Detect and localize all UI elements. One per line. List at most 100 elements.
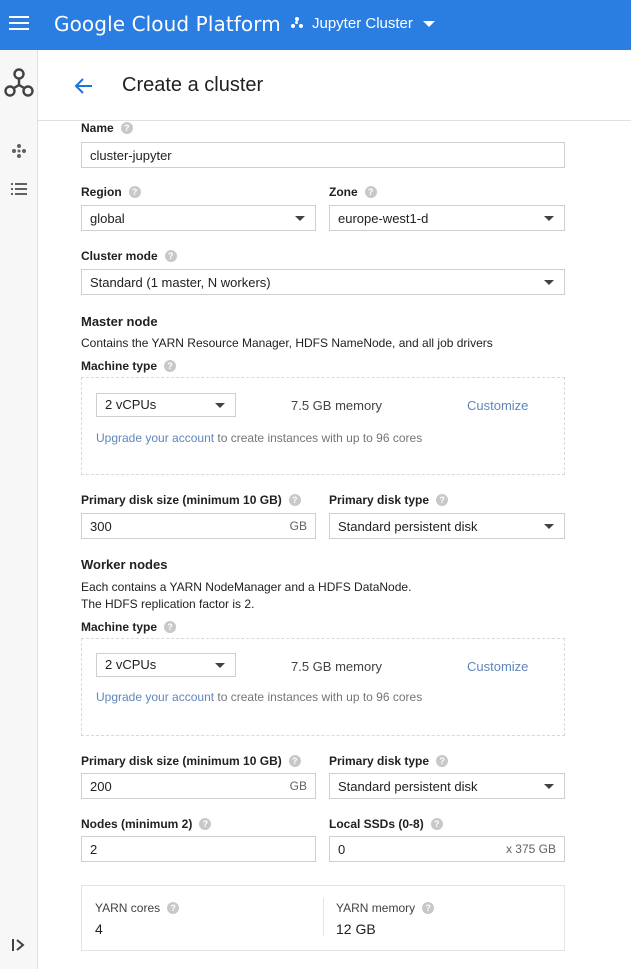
master-disk-size-input[interactable]: 300 GB	[81, 513, 316, 539]
local-ssds-value: 0	[338, 842, 346, 857]
master-vcpu-select[interactable]: 2 vCPUs	[96, 393, 236, 417]
master-disk-size-label: Primary disk size (minimum 10 GB) ?	[81, 493, 301, 507]
dropdown-arrow-icon	[295, 216, 305, 221]
help-icon[interactable]: ?	[288, 755, 301, 767]
help-icon[interactable]: ?	[288, 494, 301, 506]
master-disk-type-select[interactable]: Standard persistent disk	[329, 513, 565, 539]
project-name: Jupyter Cluster	[312, 15, 413, 32]
upgrade-account-link[interactable]: Upgrade your account	[96, 431, 214, 445]
worker-disk-size-label: Primary disk size (minimum 10 GB) ?	[81, 754, 301, 768]
master-node-description: Contains the YARN Resource Manager, HDFS…	[81, 336, 493, 350]
worker-description-2: The HDFS replication factor is 2.	[81, 597, 255, 611]
yarn-memory-value: 12 GB	[336, 921, 376, 937]
project-dots-icon	[291, 17, 304, 30]
dataproc-icon[interactable]	[0, 66, 38, 100]
help-icon[interactable]: ?	[430, 818, 443, 830]
yarn-memory-label-text: YARN memory	[336, 901, 416, 915]
worker-vcpu-select[interactable]: 2 vCPUs	[96, 653, 236, 677]
help-icon[interactable]: ?	[436, 494, 449, 506]
yarn-cores-label: YARN cores ?	[95, 901, 180, 915]
help-icon[interactable]: ?	[436, 755, 449, 767]
master-disk-type-value: Standard persistent disk	[338, 519, 478, 534]
summary-divider	[323, 898, 324, 936]
region-value: global	[90, 211, 125, 226]
worker-nodes-title: Worker nodes	[81, 557, 168, 572]
zone-label-text: Zone	[329, 185, 358, 199]
help-icon[interactable]: ?	[199, 818, 212, 830]
page-title: Create a cluster	[122, 74, 264, 96]
dropdown-arrow-icon	[544, 784, 554, 789]
disk-unit: GB	[289, 779, 307, 793]
worker-machine-type-label: Machine type ?	[81, 620, 177, 634]
dropdown-arrow-icon	[544, 280, 554, 285]
worker-vcpu-value: 2 vCPUs	[105, 657, 157, 672]
nodes-label-text: Nodes (minimum 2)	[81, 817, 193, 831]
master-machine-type-panel: 2 vCPUs 7.5 GB memory Customize Upgrade …	[81, 377, 565, 475]
top-app-bar: Google Cloud Platform Jupyter Cluster	[0, 0, 631, 50]
help-icon[interactable]: ?	[128, 186, 141, 198]
dropdown-arrow-icon	[215, 403, 225, 408]
worker-disk-type-select[interactable]: Standard persistent disk	[329, 773, 565, 799]
worker-disk-size-label-text: Primary disk size (minimum 10 GB)	[81, 754, 282, 768]
master-node-title: Master node	[81, 314, 158, 329]
yarn-cores-label-text: YARN cores	[95, 901, 161, 915]
worker-memory: 7.5 GB memory	[291, 659, 383, 674]
worker-disk-size-value: 200	[90, 779, 112, 794]
master-memory: 7.5 GB memory	[291, 398, 383, 413]
chevron-down-icon	[422, 20, 435, 27]
worker-disk-size-input[interactable]: 200 GB	[81, 773, 316, 799]
help-icon[interactable]: ?	[164, 621, 177, 633]
brand-title[interactable]: Google Cloud Platform	[54, 12, 281, 36]
ssd-size-suffix: x 375 GB	[505, 842, 556, 856]
worker-description-1: Each contains a YARN NodeManager and a H…	[81, 580, 412, 594]
master-customize-link[interactable]: Customize	[467, 398, 528, 413]
name-input[interactable]: cluster-jupyter	[81, 142, 565, 168]
cluster-mode-value: Standard (1 master, N workers)	[90, 275, 271, 290]
expand-rail-icon[interactable]	[0, 936, 38, 954]
arrow-back-icon[interactable]	[74, 76, 94, 96]
local-ssds-input[interactable]: 0 x 375 GB	[329, 836, 565, 862]
nodes-label: Nodes (minimum 2) ?	[81, 817, 212, 831]
worker-disk-type-label: Primary disk type ?	[329, 754, 449, 768]
project-selector[interactable]: Jupyter Cluster	[291, 15, 435, 32]
help-icon[interactable]: ?	[364, 186, 377, 198]
master-disk-type-label-text: Primary disk type	[329, 493, 430, 507]
list-icon[interactable]	[0, 180, 38, 198]
help-icon[interactable]: ?	[120, 122, 133, 134]
master-disk-size-value: 300	[90, 519, 112, 534]
worker-upgrade-text: Upgrade your account to create instances…	[96, 690, 422, 704]
master-vcpu-value: 2 vCPUs	[105, 397, 157, 412]
page-header: Create a cluster	[38, 50, 631, 121]
worker-machine-type-panel: 2 vCPUs 7.5 GB memory Customize Upgrade …	[81, 638, 565, 736]
cluster-mode-label: Cluster mode ?	[81, 249, 177, 263]
worker-disk-type-label-text: Primary disk type	[329, 754, 430, 768]
zone-value: europe-west1-d	[338, 211, 429, 226]
dropdown-arrow-icon	[215, 663, 225, 668]
dropdown-arrow-icon	[544, 216, 554, 221]
worker-customize-link[interactable]: Customize	[467, 659, 528, 674]
name-label: Name ?	[81, 121, 133, 135]
cluster-mode-label-text: Cluster mode	[81, 249, 158, 263]
disk-unit: GB	[289, 519, 307, 533]
name-label-text: Name	[81, 121, 114, 135]
master-disk-size-label-text: Primary disk size (minimum 10 GB)	[81, 493, 282, 507]
help-icon[interactable]: ?	[164, 360, 177, 372]
local-ssds-label: Local SSDs (0-8) ?	[329, 817, 443, 831]
hamburger-icon[interactable]	[8, 13, 30, 35]
yarn-cores-value: 4	[95, 921, 103, 937]
cluster-mode-select[interactable]: Standard (1 master, N workers)	[81, 269, 565, 295]
zone-select[interactable]: europe-west1-d	[329, 205, 565, 231]
clusters-icon[interactable]	[0, 142, 38, 160]
left-rail	[0, 50, 38, 969]
nodes-input[interactable]: 2	[81, 836, 316, 862]
help-icon[interactable]: ?	[167, 902, 180, 914]
region-select[interactable]: global	[81, 205, 316, 231]
worker-machine-type-label-text: Machine type	[81, 620, 158, 634]
upgrade-rest-text: to create instances with up to 96 cores	[214, 690, 423, 704]
upgrade-account-link[interactable]: Upgrade your account	[96, 690, 214, 704]
help-icon[interactable]: ?	[422, 902, 435, 914]
region-label: Region ?	[81, 185, 141, 199]
help-icon[interactable]: ?	[164, 250, 177, 262]
master-machine-type-label-text: Machine type	[81, 359, 158, 373]
master-upgrade-text: Upgrade your account to create instances…	[96, 431, 422, 445]
